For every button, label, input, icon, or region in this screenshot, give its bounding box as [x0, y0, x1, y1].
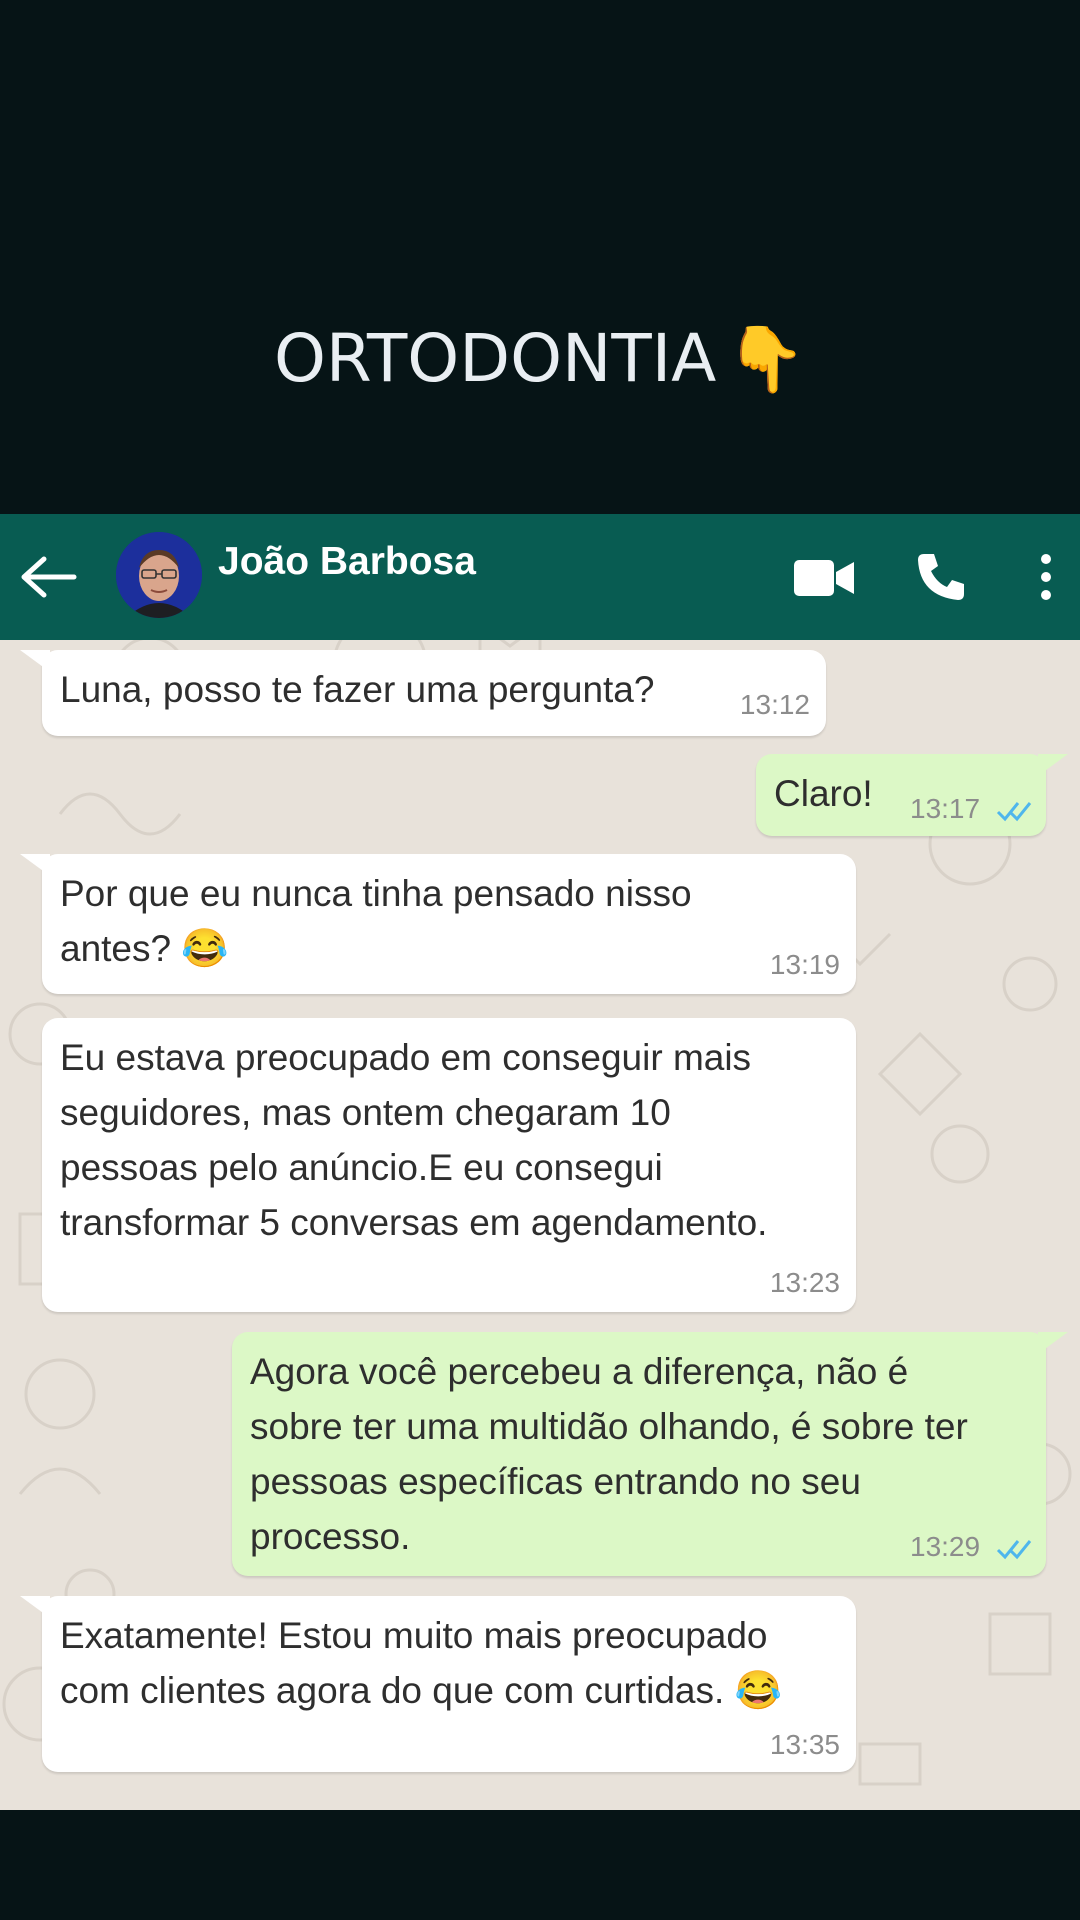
message-time: 13:19 [769, 949, 840, 980]
bubble-tail [20, 854, 50, 876]
screen: ORTODONTIA 👇 João Barbosa Luna, posso te… [0, 0, 1080, 1920]
chat-window: João Barbosa Luna, posso te fazer uma pe… [0, 514, 1080, 1810]
pointing-down-icon: 👇 [726, 323, 807, 397]
message-text-line-2: antes? 😂 [60, 921, 229, 977]
contact-name[interactable]: João Barbosa [218, 540, 476, 584]
message-text: processo. [250, 1516, 411, 1557]
message-text: Por que eu nunca tinha pensado nisso [60, 873, 692, 914]
message-time: 13:17 [910, 793, 981, 824]
overlay-title: ORTODONTIA 👇 [0, 320, 1080, 397]
message-text: pessoas pelo anúncio.E eu consegui [60, 1147, 663, 1188]
message-time: 13:35 [769, 1729, 840, 1760]
message-text: Eu estava preocupado em conseguir mais [60, 1037, 752, 1078]
avatar-image [116, 532, 202, 618]
bubble-tail [20, 1596, 50, 1618]
message-text: Claro! [774, 773, 873, 814]
message-text: Exatamente! Estou muito mais preocupado [60, 1615, 768, 1656]
chat-header: João Barbosa [0, 514, 1080, 640]
message-text: Agora você percebeu a diferença, não é [250, 1351, 909, 1392]
message-time: 13:23 [769, 1267, 840, 1298]
message-bubble-incoming[interactable]: Luna, posso te fazer uma pergunta? 13:12 [20, 650, 826, 736]
read-ticks-icon [996, 1540, 1032, 1560]
message-text: seguidores, mas ontem chegaram 10 [60, 1092, 671, 1133]
bubble-tail [1038, 754, 1068, 776]
bubble-tail [1038, 1332, 1068, 1354]
message-time: 13:12 [739, 689, 810, 720]
phone-icon[interactable] [914, 550, 968, 604]
message-text-line-2: com clientes agora do que com curtidas. … [60, 1663, 782, 1719]
message-bubble-outgoing[interactable]: Agora você percebeu a diferença, não é s… [232, 1332, 1068, 1576]
message-text: pessoas específicas entrando no seu [250, 1461, 861, 1502]
message-bubble-incoming[interactable]: Por que eu nunca tinha pensado nisso ant… [20, 854, 856, 994]
avatar[interactable] [116, 532, 202, 618]
message-text: transformar 5 conversas em agendamento. [60, 1202, 768, 1243]
read-ticks-icon [996, 802, 1032, 822]
more-options-icon[interactable] [1036, 550, 1056, 604]
back-arrow-icon[interactable] [18, 554, 78, 600]
message-text: sobre ter uma multidão olhando, é sobre … [250, 1406, 968, 1447]
message-text: com clientes agora do que com curtidas. [60, 1670, 725, 1711]
message-text: antes? [60, 928, 172, 969]
message-text: Luna, posso te fazer uma pergunta? [60, 669, 655, 710]
message-bubble-incoming[interactable]: Eu estava preocupado em conseguir mais s… [42, 1018, 856, 1312]
video-call-icon[interactable] [792, 558, 856, 598]
message-bubble-incoming[interactable]: Exatamente! Estou muito mais preocupado … [20, 1596, 856, 1772]
laughing-emoji-icon: 😂 [734, 1670, 782, 1712]
laughing-emoji-icon: 😂 [181, 928, 229, 970]
message-time: 13:29 [910, 1531, 981, 1562]
bubble-tail [20, 650, 50, 672]
message-bubble-outgoing[interactable]: Claro! 13:17 [756, 754, 1068, 836]
overlay-title-text: ORTODONTIA [273, 320, 717, 397]
